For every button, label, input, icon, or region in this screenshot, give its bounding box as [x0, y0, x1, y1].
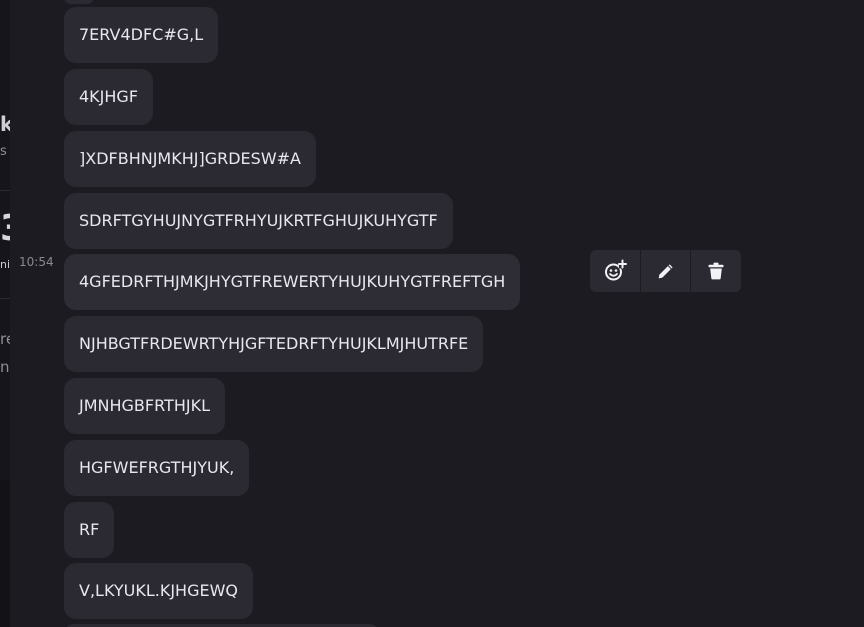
message-bubble[interactable]: V,LKYUKL.KJHGEWQ — [64, 563, 254, 619]
add-reaction-button[interactable] — [590, 250, 641, 292]
message-bubble[interactable]: 7ERV4DFC#G,L — [64, 7, 219, 63]
sidebar-fragment-text: re — [0, 330, 10, 348]
message-bubble[interactable]: NJHBGTFRDEWRTYHJGFTEDRFTYHUJKLMJHUTRFE — [64, 316, 484, 372]
message-bubble[interactable]: ]XDFBHNJMKHJ]GRDESW#A — [64, 131, 316, 187]
sidebar-footer — [0, 480, 10, 627]
message-list[interactable]: 7ERV4DFC#G,L 4KJHGF ]XDFBHNJMKHJ]GRDESW#… — [10, 0, 864, 627]
sidebar-divider — [0, 190, 10, 191]
message-bubble[interactable]: JMNHGBFRTHJKL — [64, 378, 225, 434]
message-bubble-partial[interactable] — [64, 0, 94, 4]
edit-icon — [655, 260, 677, 282]
sidebar-fragment-name: k — [0, 112, 10, 136]
sidebar: k s 3 nit re n — [0, 0, 10, 627]
chat-app: k s 3 nit re n 7ERV4DFC#G,L 4KJHGF ]XDFB… — [0, 0, 864, 627]
message-actions-toolbar — [590, 250, 741, 292]
sidebar-fragment-text: n — [0, 358, 10, 376]
add-reaction-icon — [603, 259, 627, 283]
message-bubble[interactable]: RF — [64, 502, 115, 558]
sidebar-fragment-avatar: 3 — [0, 208, 10, 249]
message-bubble[interactable]: 4KJHGF — [64, 69, 154, 125]
message-bubble[interactable]: HGFWEFRGTHJYUK, — [64, 440, 250, 496]
sidebar-divider — [0, 298, 10, 299]
delete-message-button[interactable] — [691, 250, 741, 292]
sidebar-fragment-label: nit — [0, 258, 10, 271]
message-bubble[interactable]: SDRFTGYHUJNYGTFRHYUJKRTFGHUJKUHYGTF — [64, 193, 453, 249]
edit-message-button[interactable] — [641, 250, 692, 292]
message-timestamp: 10:54 — [19, 255, 54, 269]
delete-icon — [706, 260, 726, 282]
sidebar-fragment-status: s — [0, 144, 7, 159]
message-bubble-hovered[interactable]: 4GFEDRFTHJMKJHYGTFREWERTYHUJKUHYGTFREFTG… — [64, 254, 521, 310]
